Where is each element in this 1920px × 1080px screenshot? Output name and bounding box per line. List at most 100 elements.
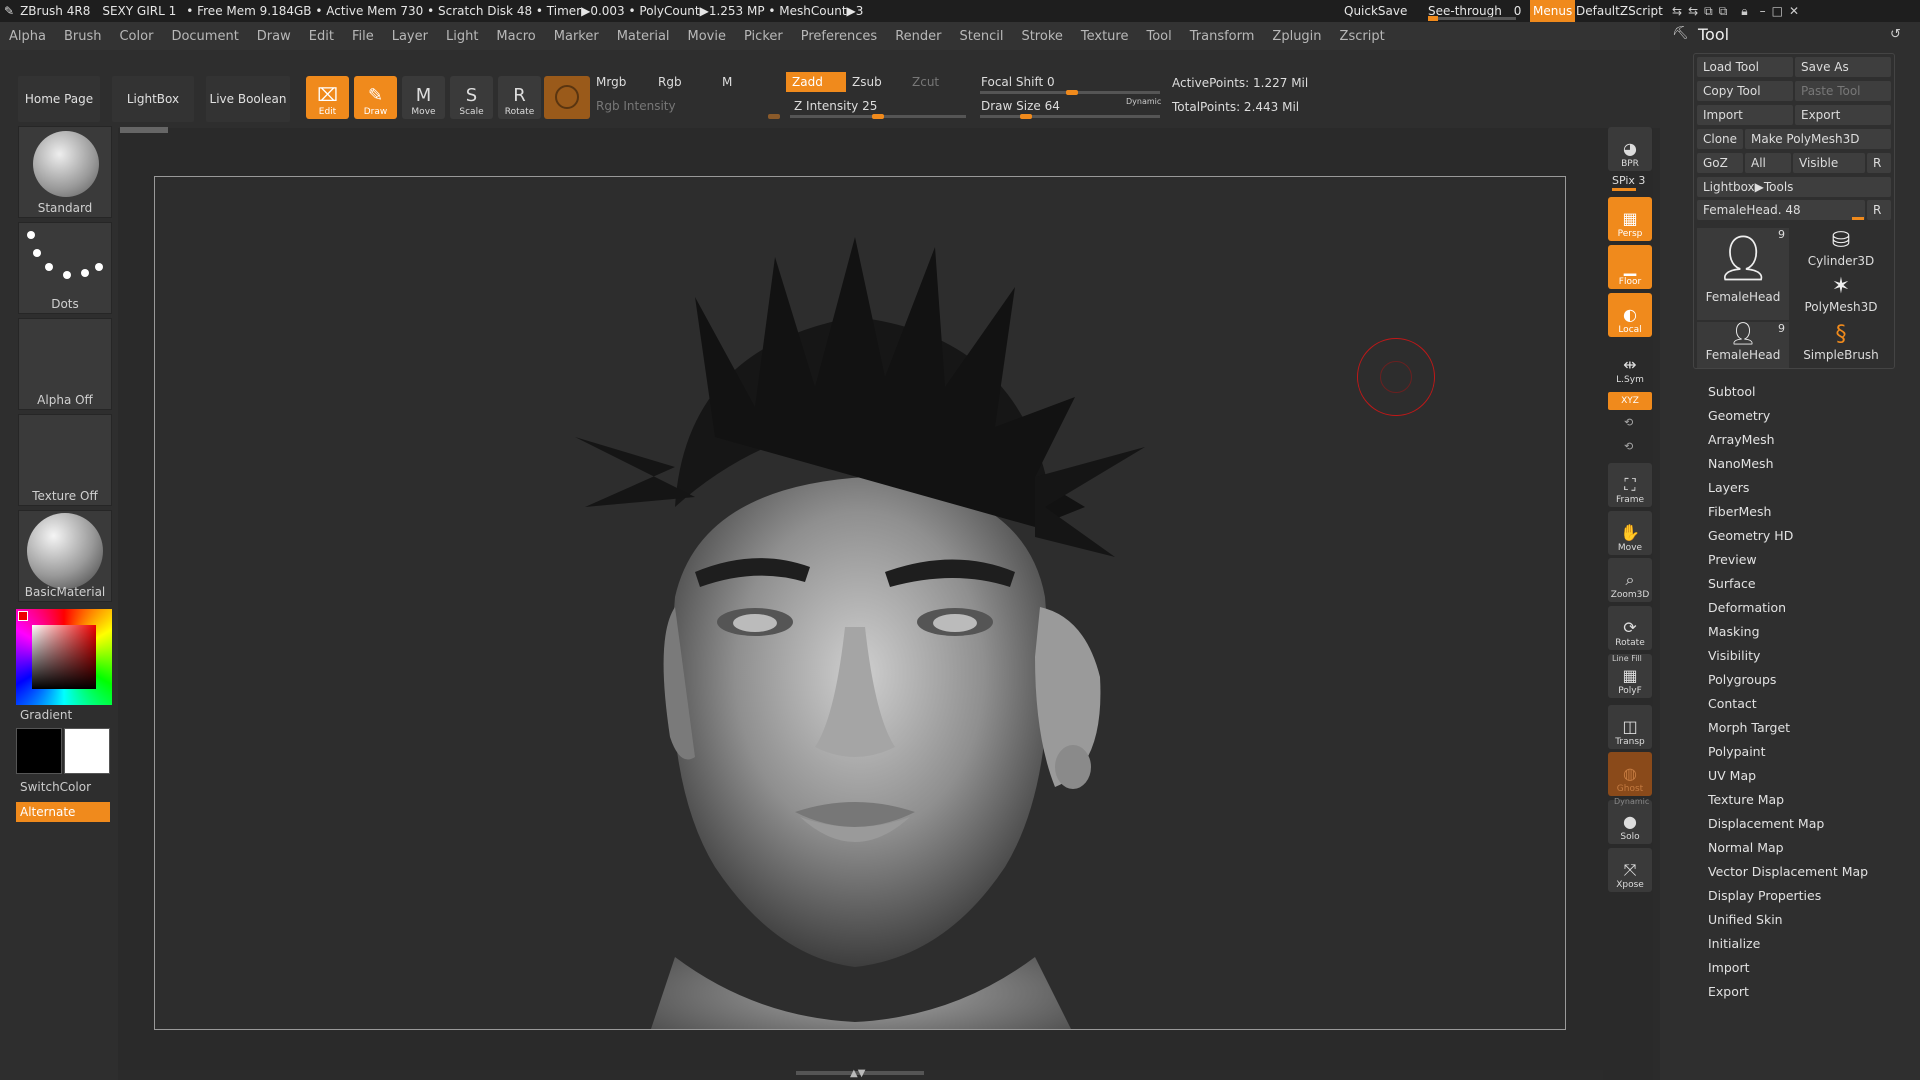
subpalette-surface[interactable]: Surface xyxy=(1708,576,1756,591)
brush-selector[interactable]: Standard xyxy=(18,126,112,218)
layout-icon-2[interactable]: ⇆ xyxy=(1688,4,1704,18)
tool-thumb-femalehead[interactable]: 👤︎ FemaleHead 9 xyxy=(1697,228,1789,320)
menu-transform[interactable]: Transform xyxy=(1181,29,1264,44)
subpalette-geometry[interactable]: Geometry xyxy=(1708,408,1770,423)
tool-thumb-femalehead[interactable]: 👤︎ FemaleHead 9 xyxy=(1697,322,1789,368)
menu-marker[interactable]: Marker xyxy=(545,29,608,44)
local-button[interactable]: ◐ Local xyxy=(1608,293,1652,337)
move-mode-button[interactable]: M Move xyxy=(402,76,445,119)
secondary-color-swatch[interactable] xyxy=(64,728,110,774)
subpalette-deformation[interactable]: Deformation xyxy=(1708,600,1786,615)
floor-button[interactable]: ▁ Floor xyxy=(1608,245,1652,289)
subpalette-polygroups[interactable]: Polygroups xyxy=(1708,672,1776,687)
menu-light[interactable]: Light xyxy=(437,29,487,44)
alpha-selector[interactable]: Alpha Off xyxy=(18,318,112,410)
spix-knob[interactable] xyxy=(1612,188,1636,191)
zadd-button[interactable]: Zadd xyxy=(786,72,846,92)
menu-texture[interactable]: Texture xyxy=(1072,29,1138,44)
make-polymesh-button[interactable]: Make PolyMesh3D xyxy=(1745,129,1891,149)
transp-button[interactable]: ◫ Transp xyxy=(1608,705,1652,749)
document-viewport[interactable] xyxy=(154,176,1566,1030)
rgb-intensity-slider[interactable]: Rgb Intensity xyxy=(590,96,780,116)
clone-button[interactable]: Clone xyxy=(1697,129,1743,149)
color-picker-marker[interactable] xyxy=(18,611,28,621)
menu-movie[interactable]: Movie xyxy=(679,29,735,44)
menu-picker[interactable]: Picker xyxy=(735,29,792,44)
menu-alpha[interactable]: Alpha xyxy=(0,29,55,44)
quicksave-button[interactable]: QuickSave xyxy=(1344,0,1407,22)
subpalette-import[interactable]: Import xyxy=(1708,960,1750,975)
menu-brush[interactable]: Brush xyxy=(55,29,111,44)
close-icon[interactable]: ✕ xyxy=(1789,4,1805,18)
subpalette-uv-map[interactable]: UV Map xyxy=(1708,768,1756,783)
texture-selector[interactable]: Texture Off xyxy=(18,414,112,506)
lightbox-tools-button[interactable]: Lightbox▶Tools xyxy=(1697,177,1891,197)
color-picker[interactable] xyxy=(16,609,112,705)
lightbox-button[interactable]: LightBox xyxy=(112,76,194,122)
dynamic-label[interactable]: Dynamic xyxy=(1126,97,1161,106)
canvas-scroll-handle[interactable] xyxy=(120,127,168,133)
subpalette-geometry-hd[interactable]: Geometry HD xyxy=(1708,528,1793,543)
xpose-button[interactable]: ⤧ Xpose xyxy=(1608,848,1652,892)
tool-thumb-simplebrush[interactable]: § SimpleBrush xyxy=(1795,322,1887,368)
load-tool-button[interactable]: Load Tool xyxy=(1697,57,1793,77)
subpalette-export[interactable]: Export xyxy=(1708,984,1749,999)
subpalette-arraymesh[interactable]: ArrayMesh xyxy=(1708,432,1775,447)
see-through-slider[interactable]: See-through 0 xyxy=(1428,0,1521,22)
draw-mode-button[interactable]: ✎ Draw xyxy=(354,76,397,119)
subpalette-fibermesh[interactable]: FiberMesh xyxy=(1708,504,1771,519)
goz-visible-button[interactable]: Visible xyxy=(1793,153,1865,173)
subpalette-subtool[interactable]: Subtool xyxy=(1708,384,1755,399)
layout-icon[interactable]: ⇆ xyxy=(1672,4,1688,18)
menu-document[interactable]: Document xyxy=(162,29,247,44)
frame-button[interactable]: ⛶ Frame xyxy=(1608,463,1652,507)
alternate-button[interactable]: Alternate xyxy=(16,802,110,822)
zcut-button[interactable]: Zcut xyxy=(906,72,966,92)
tool-thumb-cylinder3d[interactable]: ⛁ Cylinder3D xyxy=(1795,228,1887,274)
undock-icon[interactable]: ⧉ xyxy=(1704,4,1719,18)
zoom3d-button[interactable]: ⌕ Zoom3D xyxy=(1608,558,1652,602)
save-as-button[interactable]: Save As xyxy=(1795,57,1891,77)
gradient-label[interactable]: Gradient xyxy=(20,708,72,722)
z-intensity-knob[interactable] xyxy=(872,114,884,119)
subpalette-nanomesh[interactable]: NanoMesh xyxy=(1708,456,1774,471)
rgb-button[interactable]: Rgb xyxy=(652,72,716,92)
window-controls[interactable]: ⇆⇆⧉⧉ 🔒︎ –□✕ xyxy=(1672,0,1805,22)
menus-button[interactable]: Menus xyxy=(1530,0,1576,22)
menu-preferences[interactable]: Preferences xyxy=(792,29,886,44)
rgb-intensity-knob[interactable] xyxy=(768,114,780,119)
subpalette-contact[interactable]: Contact xyxy=(1708,696,1757,711)
goz-all-button[interactable]: All xyxy=(1745,153,1791,173)
menu-tool[interactable]: Tool xyxy=(1137,29,1180,44)
current-tool-knob[interactable] xyxy=(1852,217,1864,220)
default-zscript-button[interactable]: DefaultZScript xyxy=(1576,0,1663,22)
current-tool-r-button[interactable]: R xyxy=(1867,200,1891,220)
subpalette-layers[interactable]: Layers xyxy=(1708,480,1749,495)
rotate-button[interactable]: ⟳ Rotate xyxy=(1608,606,1652,650)
color-saturation-square[interactable] xyxy=(32,625,96,689)
menu-file[interactable]: File xyxy=(343,29,383,44)
lock-icon[interactable]: 🔒︎ xyxy=(1741,4,1753,18)
mrgb-button[interactable]: Mrgb xyxy=(590,72,650,92)
menu-zplugin[interactable]: Zplugin xyxy=(1263,29,1330,44)
subpalette-morph-target[interactable]: Morph Target xyxy=(1708,720,1790,735)
copy-tool-button[interactable]: Copy Tool xyxy=(1697,81,1793,101)
edit-mode-button[interactable]: ⌧ Edit xyxy=(306,76,349,119)
subpalette-displacement-map[interactable]: Displacement Map xyxy=(1708,816,1824,831)
menu-render[interactable]: Render xyxy=(886,29,950,44)
focal-shift-slider[interactable]: Focal Shift 0 xyxy=(975,72,1160,92)
menu-draw[interactable]: Draw xyxy=(248,29,300,44)
stroke-selector[interactable]: Dots xyxy=(18,222,112,314)
focal-shift-knob[interactable] xyxy=(1066,90,1078,95)
subpalette-display-properties[interactable]: Display Properties xyxy=(1708,888,1821,903)
lsym-button[interactable]: ⇹ L.Sym xyxy=(1608,343,1652,387)
switch-color-button[interactable]: SwitchColor xyxy=(20,780,91,794)
subpalette-normal-map[interactable]: Normal Map xyxy=(1708,840,1784,855)
goz-button[interactable]: GoZ xyxy=(1697,153,1743,173)
reset-icon[interactable]: ↺ xyxy=(1890,27,1901,42)
menu-macro[interactable]: Macro xyxy=(487,29,544,44)
move-button[interactable]: ✋ Move xyxy=(1608,511,1652,555)
subpalette-preview[interactable]: Preview xyxy=(1708,552,1757,567)
rotate-z-icon[interactable]: ⟲ xyxy=(1624,440,1633,453)
expand-tray-icon[interactable]: ▲▼ xyxy=(850,1068,865,1079)
